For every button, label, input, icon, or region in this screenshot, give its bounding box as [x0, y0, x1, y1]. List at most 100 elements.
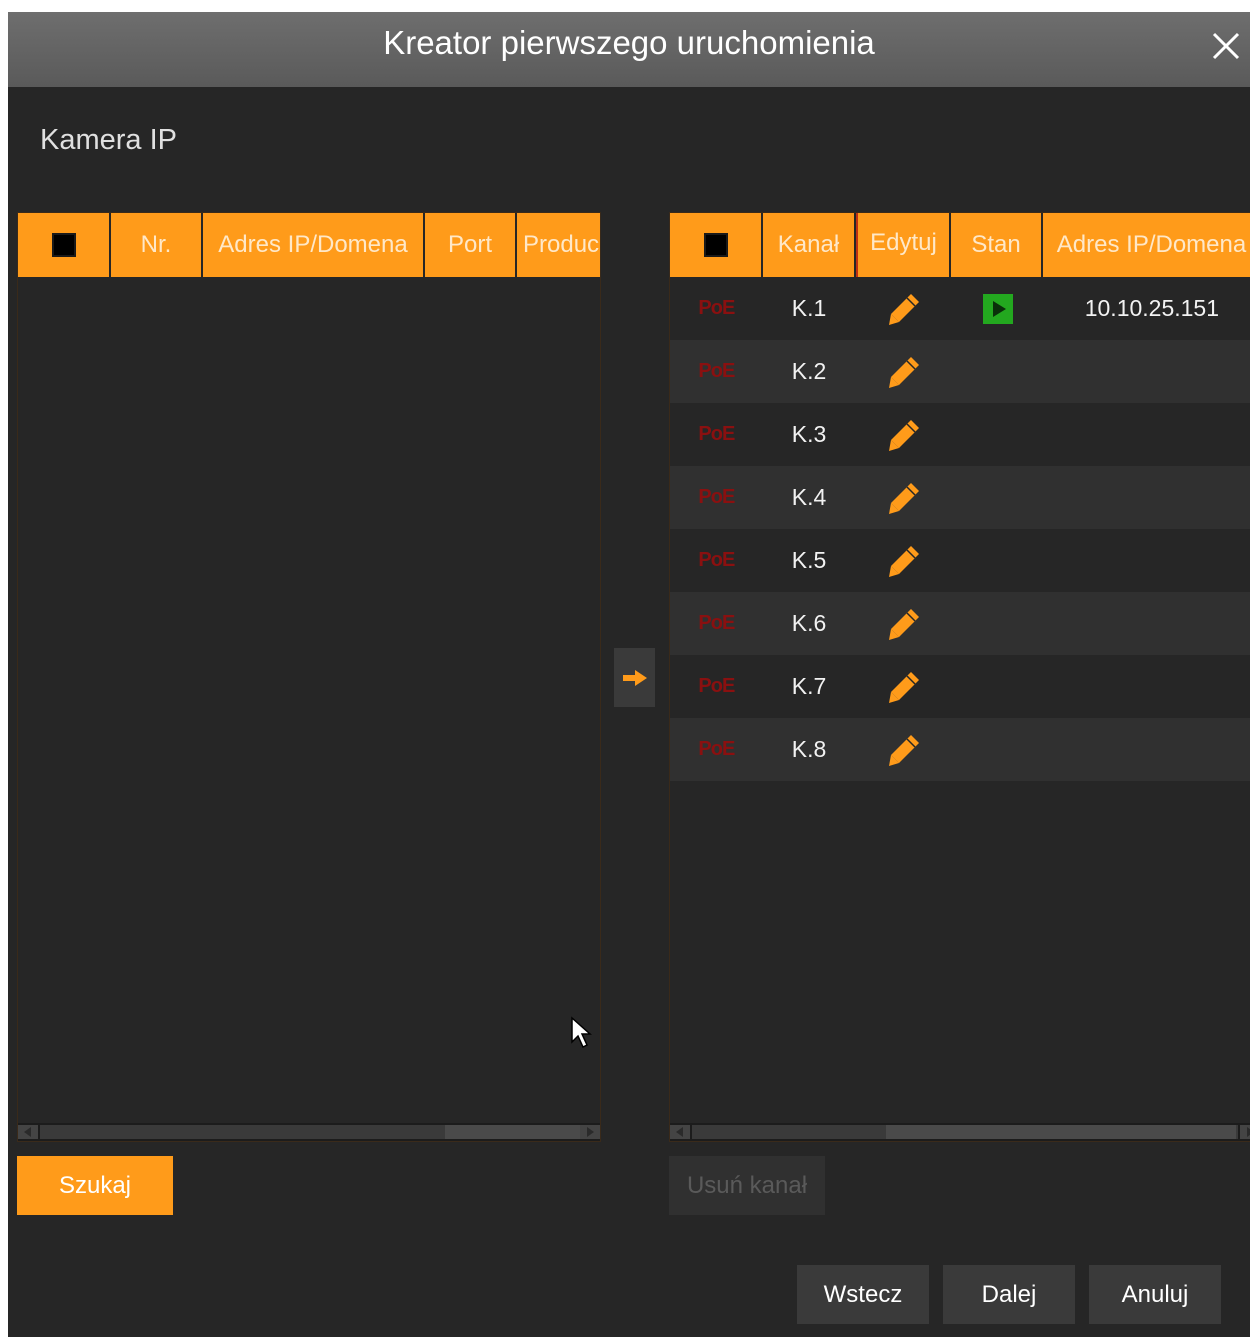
state-cell	[952, 277, 1044, 340]
table-header: Kanał Edytuj Stan Adres IP/Domena	[670, 213, 1250, 277]
poe-icon: PoE	[698, 612, 735, 634]
table-header: Nr. Adres IP/Domena Port Produc	[18, 213, 600, 277]
scroll-thumb[interactable]	[886, 1125, 1236, 1139]
poe-icon: PoE	[698, 738, 735, 760]
scroll-right-icon[interactable]	[1240, 1125, 1250, 1139]
state-cell	[952, 592, 1044, 655]
edit-pencil-icon[interactable]	[886, 480, 922, 516]
edit-cell	[855, 529, 952, 592]
window-title: Kreator pierwszego uruchomienia	[383, 24, 875, 61]
edit-pencil-icon[interactable]	[886, 732, 922, 768]
channel-name: K.5	[791, 547, 827, 573]
channel-name: K.7	[791, 673, 827, 699]
scroll-left-icon[interactable]	[18, 1125, 38, 1139]
edit-cell	[855, 466, 952, 529]
poe-cell: PoE	[670, 403, 763, 466]
poe-icon: PoE	[698, 360, 735, 382]
close-icon	[1212, 32, 1240, 60]
search-button[interactable]: Szukaj	[17, 1156, 173, 1215]
table-row[interactable]: PoE K.1 10.10.25.151	[670, 277, 1250, 340]
edit-cell	[855, 655, 952, 718]
header-channel[interactable]: Kanał	[763, 213, 856, 277]
delete-channel-button[interactable]: Usuń kanał	[669, 1156, 825, 1215]
edit-pencil-icon[interactable]	[886, 291, 922, 327]
scroll-thumb[interactable]	[445, 1125, 581, 1139]
table-row[interactable]: PoE K.5	[670, 529, 1250, 592]
header-ip-domain[interactable]: Adres IP/Domena	[1043, 213, 1250, 277]
header-select-all	[18, 213, 111, 277]
state-cell	[952, 655, 1044, 718]
state-cell	[952, 403, 1044, 466]
ip-address	[1044, 655, 1250, 718]
table-row[interactable]: PoE K.3	[670, 403, 1250, 466]
poe-cell: PoE	[670, 592, 763, 655]
channel-rows: PoE K.1 10.10.25.151 PoE K.2 PoE K.3 PoE K.4 PoE K…	[670, 277, 1250, 781]
horizontal-scrollbar[interactable]	[670, 1123, 1250, 1141]
poe-icon: PoE	[698, 675, 735, 697]
poe-icon: PoE	[698, 549, 735, 571]
poe-cell: PoE	[670, 277, 763, 340]
edit-cell	[855, 277, 952, 340]
back-button[interactable]: Wstecz	[797, 1265, 929, 1324]
table-row[interactable]: PoE K.4	[670, 466, 1250, 529]
header-state[interactable]: Stan	[951, 213, 1043, 277]
horizontal-scrollbar[interactable]	[18, 1123, 600, 1141]
edit-cell	[855, 718, 952, 781]
poe-cell: PoE	[670, 655, 763, 718]
ip-address	[1044, 529, 1250, 592]
poe-cell: PoE	[670, 466, 763, 529]
edit-pencil-icon[interactable]	[886, 417, 922, 453]
poe-cell: PoE	[670, 340, 763, 403]
next-button[interactable]: Dalej	[943, 1265, 1075, 1324]
play-status-icon[interactable]	[982, 293, 1013, 324]
section-title: Kamera IP	[40, 124, 177, 156]
header-ip-domain[interactable]: Adres IP/Domena	[203, 213, 425, 277]
select-all-checkbox[interactable]	[703, 233, 728, 257]
select-all-checkbox[interactable]	[51, 233, 76, 257]
ip-address	[1044, 340, 1250, 403]
edit-pencil-icon[interactable]	[886, 354, 922, 390]
close-button[interactable]	[1200, 26, 1250, 66]
header-port[interactable]: Port	[425, 213, 517, 277]
setup-wizard-window: Kreator pierwszego uruchomienia Kamera I…	[8, 12, 1250, 1337]
arrow-right-icon	[622, 669, 647, 686]
poe-cell: PoE	[670, 718, 763, 781]
ip-address	[1044, 718, 1250, 781]
header-edit[interactable]: Edytuj	[856, 213, 951, 277]
ip-address: 10.10.25.151	[1084, 295, 1220, 321]
scroll-right-icon[interactable]	[580, 1125, 600, 1139]
mouse-cursor-icon	[571, 1016, 592, 1049]
scroll-left-icon[interactable]	[670, 1125, 690, 1139]
channel-name: K.6	[791, 610, 827, 636]
channel-name: K.3	[791, 421, 827, 447]
edit-cell	[855, 403, 952, 466]
table-row[interactable]: PoE K.7	[670, 655, 1250, 718]
poe-icon: PoE	[698, 297, 735, 319]
channel-name: K.2	[791, 358, 827, 384]
edit-cell	[855, 340, 952, 403]
edit-pencil-icon[interactable]	[886, 669, 922, 705]
edit-pencil-icon[interactable]	[886, 606, 922, 642]
header-nr[interactable]: Nr.	[111, 213, 203, 277]
poe-cell: PoE	[670, 529, 763, 592]
cancel-button[interactable]: Anuluj	[1089, 1265, 1221, 1324]
state-cell	[952, 529, 1044, 592]
ip-address	[1044, 403, 1250, 466]
poe-icon: PoE	[698, 486, 735, 508]
edit-pencil-icon[interactable]	[886, 543, 922, 579]
poe-icon: PoE	[698, 423, 735, 445]
ip-address	[1044, 592, 1250, 655]
table-row[interactable]: PoE K.6	[670, 592, 1250, 655]
ip-address	[1044, 466, 1250, 529]
edit-cell	[855, 592, 952, 655]
channel-name: K.4	[791, 484, 827, 510]
table-row[interactable]: PoE K.8	[670, 718, 1250, 781]
search-results-table: Nr. Adres IP/Domena Port Produc	[17, 212, 601, 1142]
header-producer[interactable]: Produc	[517, 213, 600, 277]
add-to-channels-button[interactable]	[614, 648, 655, 707]
state-cell	[952, 466, 1044, 529]
channel-name: K.1	[791, 295, 827, 321]
table-row[interactable]: PoE K.2	[670, 340, 1250, 403]
channel-name: K.8	[791, 736, 827, 762]
header-select-all	[670, 213, 763, 277]
